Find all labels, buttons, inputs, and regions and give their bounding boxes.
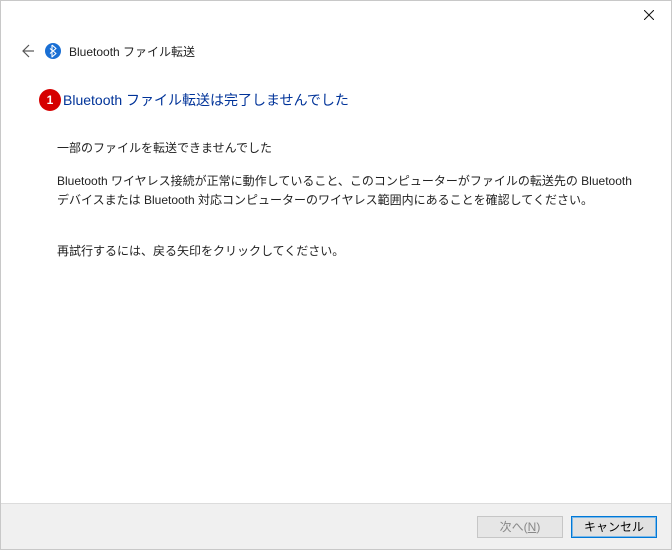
next-label-prefix: 次へ( <box>500 520 528 534</box>
content-area: 1 Bluetooth ファイル転送は完了しませんでした 一部のファイルを転送で… <box>1 69 671 259</box>
back-button[interactable] <box>17 41 37 61</box>
cancel-button[interactable]: キャンセル <box>571 516 657 538</box>
page-title: Bluetooth ファイル転送は完了しませんでした <box>63 90 349 110</box>
footer-bar: 次へ(N) キャンセル <box>1 503 671 549</box>
body-text: 一部のファイルを転送できませんでした Bluetooth ワイヤレス接続が正常に… <box>39 139 633 259</box>
close-icon <box>644 10 654 20</box>
annotation-badge: 1 <box>39 89 61 111</box>
retry-instruction: 再試行するには、戻る矢印をクリックしてください。 <box>57 242 633 259</box>
title-row: 1 Bluetooth ファイル転送は完了しませんでした <box>39 89 633 111</box>
bluetooth-icon <box>45 43 61 59</box>
close-button[interactable] <box>626 1 671 29</box>
arrow-left-icon <box>19 43 35 59</box>
message-paragraph: Bluetooth ワイヤレス接続が正常に動作していること、このコンピューターが… <box>57 172 633 210</box>
next-button: 次へ(N) <box>477 516 563 538</box>
sub-heading: 一部のファイルを転送できませんでした <box>57 139 633 156</box>
next-label-suffix: ) <box>536 520 540 534</box>
app-title: Bluetooth ファイル転送 <box>69 43 195 60</box>
wizard-header: Bluetooth ファイル転送 <box>1 31 671 69</box>
titlebar <box>1 1 671 31</box>
